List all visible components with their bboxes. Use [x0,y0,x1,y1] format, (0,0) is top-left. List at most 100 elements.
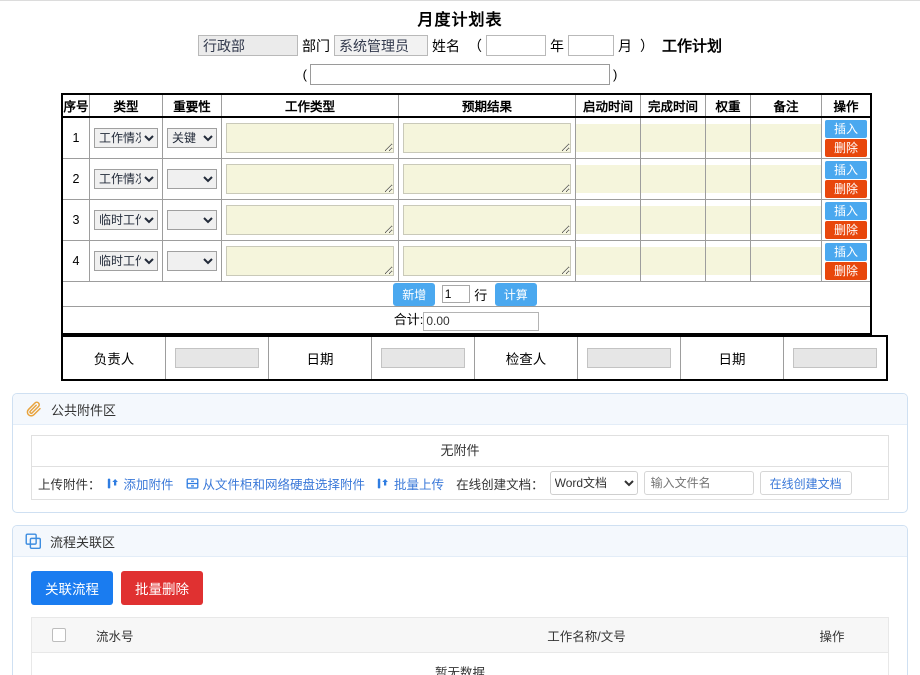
select-from-cabinet-link[interactable]: 从文件柜和网络硬盘选择附件 [186,474,365,493]
row-finish-time-input[interactable] [641,247,705,275]
insert-row-button[interactable]: 插入 [825,160,867,179]
delete-row-button[interactable]: 删除 [825,220,867,239]
plan-table-header-row: 序号 类型 重要性 工作类型 预期结果 启动时间 完成时间 权重 备注 操作 [61,93,872,118]
row-remark-cell [750,199,822,241]
owner-input[interactable] [175,348,259,368]
month-input[interactable] [567,35,614,56]
row-importance-select[interactable]: 关键 [167,128,217,148]
row-remark-input[interactable] [751,165,821,193]
plan-table-body: 1 工作情况 关键 插入 删除 2 工作情况 插入 删除 3 临时工作 插入 删… [61,116,872,335]
relate-flow-button[interactable]: 关联流程 [31,571,113,605]
batch-upload-link[interactable]: 批量上传 [377,474,444,493]
row-start-time-cell [575,116,641,159]
table-controls-row: 新增 行 计算 [61,281,872,307]
flow-select-all-cell [31,617,86,653]
row-importance-select[interactable] [167,251,217,271]
row-weight-cell [705,116,751,159]
flow-panel-header: 流程关联区 [13,526,907,557]
row-expected-result-input[interactable] [402,246,572,276]
row-start-time-input[interactable] [576,124,640,152]
checker-date-value-cell [783,335,888,381]
upload-icon [377,477,390,490]
delete-row-button[interactable]: 删除 [825,138,867,157]
add-attachment-link[interactable]: 添加附件 [107,474,174,493]
upload-attachment-label: 上传附件： [38,477,101,492]
checker-label: 检查人 [474,335,578,381]
page-title: 月度计划表 [417,12,503,29]
table-row: 2 工作情况 插入 删除 [61,158,872,200]
signature-row: 负责人 日期 检查人 日期 [61,335,888,381]
checker-input[interactable] [587,348,671,368]
row-start-time-input[interactable] [576,206,640,234]
row-expected-result-input[interactable] [402,164,572,194]
checker-date-input[interactable] [793,348,877,368]
row-importance-cell [162,240,222,282]
paren-close: ） [639,37,654,54]
add-attachment-label: 添加附件 [123,477,174,492]
row-weight-input[interactable] [706,124,750,152]
insert-row-button[interactable]: 插入 [825,242,867,261]
create-online-doc-button[interactable]: 在线创建文档 [759,471,852,495]
row-weight-input[interactable] [706,206,750,234]
flow-th-serial: 流水号 [86,617,397,653]
row-start-time-input[interactable] [576,247,640,275]
row-finish-time-cell [640,116,706,159]
row-remark-cell [750,158,822,200]
th-type: 类型 [89,93,163,118]
owner-date-input[interactable] [381,348,465,368]
file-name-input[interactable] [643,471,754,495]
batch-delete-button[interactable]: 批量删除 [121,571,203,605]
delete-row-button[interactable]: 删除 [825,179,867,198]
row-work-type-input[interactable] [225,205,395,235]
row-finish-time-input[interactable] [641,206,705,234]
delete-row-button[interactable]: 删除 [825,261,867,280]
row-type-select[interactable]: 工作情况 [94,128,158,148]
doc-type-select[interactable]: Word文档 [549,471,638,495]
plan-table-wrapper: 序号 类型 重要性 工作类型 预期结果 启动时间 完成时间 权重 备注 操作 1 [61,93,888,381]
calculate-button[interactable]: 计算 [494,282,537,306]
row-work-type-input[interactable] [225,164,395,194]
row-remark-input[interactable] [751,247,821,275]
rows-count-input[interactable] [441,285,470,303]
row-remark-cell [750,240,822,282]
subtitle-input[interactable] [310,64,610,85]
employee-name-input[interactable] [333,35,428,56]
paperclip-icon [25,400,43,418]
th-start-time: 启动时间 [575,93,641,118]
row-work-type-input[interactable] [225,246,395,276]
row-finish-time-input[interactable] [641,124,705,152]
attachment-box: 无附件 上传附件： 添加附件 从文件柜和网络硬盘选择附件 批量上传 在线创建文档… [31,435,889,500]
row-type-select[interactable]: 工作情况 [94,169,158,189]
row-expected-result-input[interactable] [402,205,572,235]
attachment-panel-header: 公共附件区 [13,394,907,425]
select-all-checkbox[interactable] [52,628,66,643]
year-input[interactable] [485,35,546,56]
row-importance-select[interactable] [167,169,217,189]
plan-label: 工作计划 [661,38,722,55]
row-remark-input[interactable] [751,124,821,152]
row-weight-input[interactable] [706,165,750,193]
flow-th-operation: 操作 [776,617,889,653]
row-expected-result-input[interactable] [402,123,572,153]
row-type-select[interactable]: 临时工作 [94,210,158,230]
row-work-type-input[interactable] [225,123,395,153]
insert-row-button[interactable]: 插入 [825,119,867,138]
row-start-time-input[interactable] [576,165,640,193]
th-importance: 重要性 [162,93,222,118]
department-input[interactable] [197,35,298,56]
total-value-input[interactable] [423,311,540,331]
year-label: 年 [549,37,564,54]
signature-table: 负责人 日期 检查人 日期 [61,335,888,381]
add-row-button[interactable]: 新增 [393,282,436,306]
row-remark-input[interactable] [751,206,821,234]
row-remark-cell [750,116,822,159]
row-weight-input[interactable] [706,247,750,275]
owner-label: 负责人 [61,335,166,381]
insert-row-button[interactable]: 插入 [825,201,867,220]
row-finish-time-input[interactable] [641,165,705,193]
attachment-panel-body: 无附件 上传附件： 添加附件 从文件柜和网络硬盘选择附件 批量上传 在线创建文档… [13,425,907,512]
row-type-select[interactable]: 临时工作 [94,251,158,271]
row-importance-select[interactable] [167,210,217,230]
table-row: 4 临时工作 插入 删除 [61,240,872,282]
row-finish-time-cell [640,240,706,282]
